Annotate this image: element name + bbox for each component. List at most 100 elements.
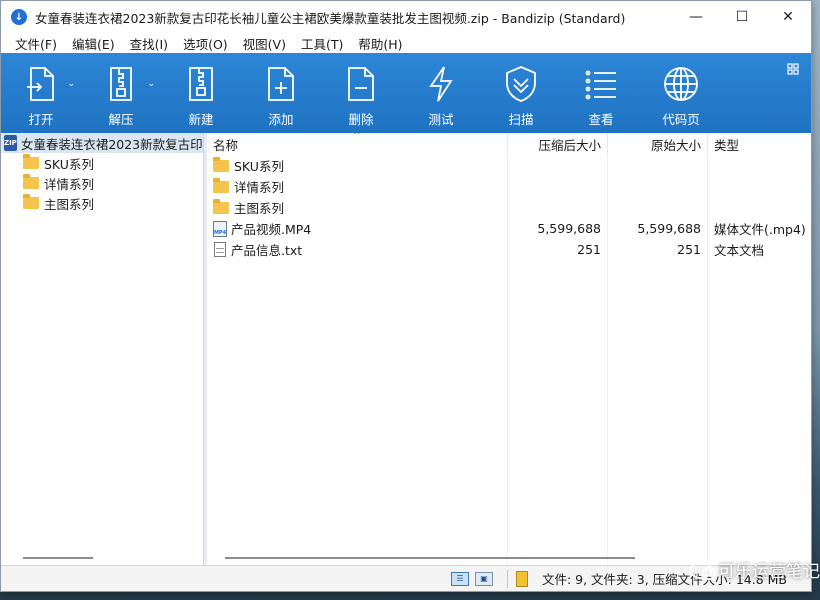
tree-item-sku[interactable]: SKU系列 <box>1 153 203 173</box>
bandizip-app-icon: ↓ <box>11 9 27 25</box>
add-file-icon <box>268 67 294 101</box>
tree-root-archive[interactable]: ZIP 女童春装连衣裙2023新款复古印花长袖儿童公主裙欧美爆款童装批发主图视频… <box>1 133 203 153</box>
bandizip-window: ↓ 女童春装连衣裙2023新款复古印花长袖儿童公主裙欧美爆款童装批发主图视频.z… <box>0 0 812 592</box>
column-divider <box>607 133 608 565</box>
open-button[interactable]: ⌄ 打开 <box>1 53 81 133</box>
column-header-compressed-size[interactable]: 压缩后大小 <box>507 133 607 155</box>
file-row-product-video[interactable]: MP4 产品视频.MP4 5,599,688 5,599,688 媒体文件(.mp… <box>207 218 811 239</box>
menu-tools[interactable]: 工具(T) <box>293 34 350 53</box>
menu-file[interactable]: 文件(F) <box>7 34 64 53</box>
open-label: 打开 <box>28 112 54 127</box>
wechat-icon <box>690 560 716 580</box>
watermark-text: 可乐运营笔记 <box>718 562 820 582</box>
maximize-button[interactable]: ☐ <box>719 1 765 33</box>
minimize-button[interactable]: — <box>673 1 719 33</box>
tree-root-label: 女童春装连衣裙2023新款复古印花长袖儿童公主裙欧美爆款童装批发主图视频.zip <box>20 136 203 152</box>
file-name: 详情系列 <box>234 180 285 195</box>
folder-icon <box>23 174 39 189</box>
file-compressed-size <box>507 176 607 197</box>
folder-icon <box>213 156 229 172</box>
file-compressed-size <box>507 197 607 218</box>
file-type <box>707 197 811 218</box>
folder-icon <box>23 194 39 209</box>
tree-item-details[interactable]: 详情系列 <box>1 173 203 193</box>
file-row-main-images-folder[interactable]: 主图系列 <box>207 197 811 218</box>
column-divider <box>707 133 708 565</box>
folder-icon <box>213 177 229 193</box>
tree-item-main-images[interactable]: 主图系列 <box>1 193 203 213</box>
tree-item-label: 详情系列 <box>44 176 95 192</box>
column-header-type[interactable]: 类型 <box>707 133 811 155</box>
add-button[interactable]: 添加 <box>241 53 321 133</box>
open-dropdown-arrow-icon[interactable]: ⌄ <box>67 79 75 89</box>
test-label: 测试 <box>428 112 454 127</box>
extract-dropdown-arrow-icon[interactable]: ⌄ <box>147 79 155 89</box>
zip-file-icon: ZIP <box>4 135 17 151</box>
menu-bar: 文件(F) 编辑(E) 查找(I) 选项(O) 视图(V) 工具(T) 帮助(H… <box>1 33 811 53</box>
file-row-sku-folder[interactable]: SKU系列 <box>207 155 811 176</box>
close-button[interactable]: ✕ <box>765 1 811 33</box>
thumbnail-view-icon[interactable]: ▣ <box>474 571 493 586</box>
details-view-icon[interactable]: ☰ <box>450 571 469 586</box>
menu-view[interactable]: 视图(V) <box>235 34 293 53</box>
view-button[interactable]: 查看 <box>561 53 641 133</box>
archive-icon <box>515 570 528 587</box>
file-row-product-info[interactable]: 产品信息.txt 251 251 文本文档 <box>207 239 811 260</box>
codepage-label: 代码页 <box>662 112 700 127</box>
scan-label: 扫描 <box>508 112 534 127</box>
title-bar: ↓ 女童春装连衣裙2023新款复古印花长袖儿童公主裙欧美爆款童装批发主图视频.z… <box>1 1 811 33</box>
menu-options[interactable]: 选项(O) <box>175 34 235 53</box>
file-original-size: 251 <box>607 239 707 260</box>
new-archive-label: 新建 <box>188 112 214 127</box>
tree-item-label: SKU系列 <box>44 156 94 172</box>
text-file-icon <box>214 242 226 257</box>
file-original-size: 5,599,688 <box>607 218 707 239</box>
file-compressed-size <box>507 155 607 176</box>
folder-tree: ZIP 女童春装连衣裙2023新款复古印花长袖儿童公主裙欧美爆款童装批发主图视频… <box>1 133 204 565</box>
status-separator <box>506 569 508 588</box>
menu-help[interactable]: 帮助(H) <box>350 34 409 53</box>
scan-button[interactable]: 扫描 <box>481 53 561 133</box>
layout-grid-icon[interactable] <box>787 63 799 75</box>
menu-find[interactable]: 查找(I) <box>122 34 175 53</box>
delete-label: 删除 <box>348 112 374 127</box>
menu-edit[interactable]: 编辑(E) <box>64 34 122 53</box>
column-header-original-size[interactable]: 原始大小 <box>607 133 707 155</box>
window-title: 女童春装连衣裙2023新款复古印花长袖儿童公主裙欧美爆款童装批发主图视频.zip… <box>35 10 626 26</box>
delete-file-icon <box>348 67 374 101</box>
tree-horizontal-scrollbar[interactable] <box>23 557 93 559</box>
file-type <box>707 176 811 197</box>
file-row-details-folder[interactable]: 详情系列 <box>207 176 811 197</box>
view-list-icon <box>585 70 616 100</box>
extract-button[interactable]: ⌄ 解压 <box>81 53 161 133</box>
toolbar: ⌄ 打开 ⌄ 解压 新建 添加 删除 测试 扫描 查看 代码页 <box>1 53 811 133</box>
file-list: ^ 名称 压缩后大小 原始大小 类型 SKU系列 详情系列 主图系列 MP4 产… <box>207 131 811 565</box>
view-label: 查看 <box>588 112 614 127</box>
new-archive-button[interactable]: 新建 <box>161 53 241 133</box>
watermark: 可乐运营笔记 <box>690 557 820 582</box>
test-icon <box>429 66 453 102</box>
file-name: 主图系列 <box>234 201 285 216</box>
column-header-row: ^ 名称 压缩后大小 原始大小 类型 <box>207 131 811 155</box>
file-original-size <box>607 197 707 218</box>
file-original-size <box>607 176 707 197</box>
delete-button[interactable]: 删除 <box>321 53 401 133</box>
file-original-size <box>607 155 707 176</box>
file-type: 媒体文件(.mp4) <box>707 218 811 239</box>
sort-ascending-icon: ^ <box>353 131 361 141</box>
list-horizontal-scrollbar[interactable] <box>225 557 635 559</box>
test-button[interactable]: 测试 <box>401 53 481 133</box>
new-archive-icon <box>189 67 213 101</box>
file-name: 产品信息.txt <box>231 243 303 258</box>
file-compressed-size: 5,599,688 <box>507 218 607 239</box>
codepage-globe-icon <box>664 67 698 101</box>
extract-label: 解压 <box>108 112 134 127</box>
folder-icon <box>213 198 229 214</box>
add-label: 添加 <box>268 112 294 127</box>
main-area: ZIP 女童春装连衣裙2023新款复古印花长袖儿童公主裙欧美爆款童装批发主图视频… <box>1 131 811 565</box>
file-type: 文本文档 <box>707 239 811 260</box>
codepage-button[interactable]: 代码页 <box>641 53 721 133</box>
mp4-file-icon: MP4 <box>213 220 227 237</box>
open-icon <box>27 67 54 101</box>
tree-item-label: 主图系列 <box>44 196 95 212</box>
